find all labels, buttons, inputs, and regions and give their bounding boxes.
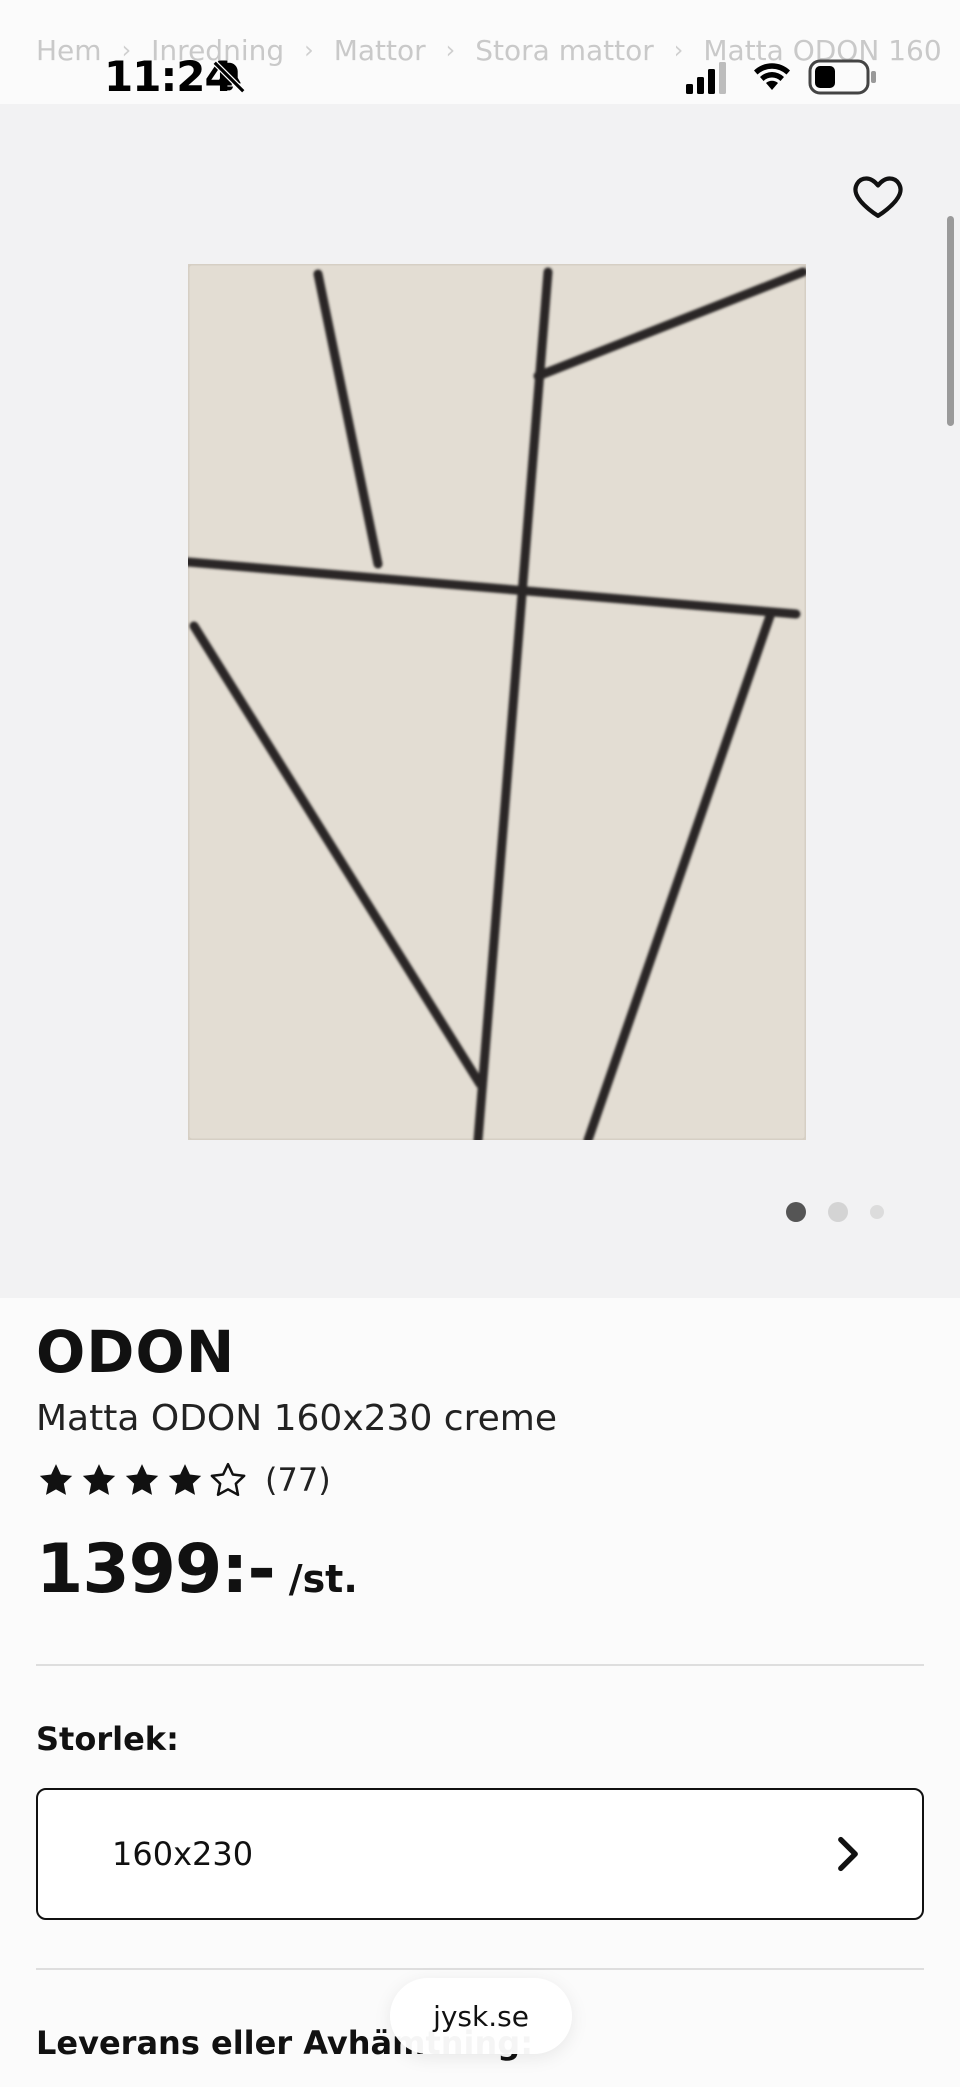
heart-icon[interactable] — [850, 168, 906, 224]
battery-icon — [808, 59, 876, 95]
star-filled-icon — [82, 1464, 116, 1495]
rating-count[interactable]: (77) — [265, 1461, 331, 1499]
divider — [36, 1664, 924, 1666]
star-outline-icon — [210, 1462, 246, 1497]
product-image-carousel[interactable] — [0, 104, 960, 1298]
star-filled-icon — [39, 1464, 73, 1495]
product-price: 1399:- /st. — [36, 1530, 358, 1609]
price-value: 1399:- — [36, 1530, 276, 1609]
size-label: Storlek: — [36, 1720, 179, 1758]
star-filled-icon — [168, 1464, 202, 1495]
carousel-dot-2[interactable] — [828, 1202, 848, 1222]
page-scroll-indicator — [947, 216, 954, 426]
carousel-dot-3[interactable] — [870, 1205, 884, 1219]
size-selector[interactable]: 160x230 — [36, 1788, 924, 1920]
price-unit: /st. — [288, 1557, 358, 1601]
chevron-right-icon — [838, 1836, 858, 1872]
product-brand: ODON — [36, 1318, 236, 1386]
product-name: Matta ODON 160x230 creme — [36, 1398, 557, 1439]
size-selected-value: 160x230 — [112, 1835, 254, 1873]
product-rating[interactable]: (77) — [36, 1460, 331, 1500]
carousel-dot-1[interactable] — [786, 1202, 806, 1222]
browser-url-bar[interactable]: jysk.se — [390, 1978, 572, 2054]
divider — [36, 1968, 924, 1970]
bell-slash-icon — [212, 60, 246, 94]
carousel-dots — [786, 1202, 884, 1222]
signal-icon — [686, 62, 726, 94]
product-image-rug — [188, 264, 806, 1140]
star-filled-icon — [125, 1464, 159, 1495]
wifi-icon — [754, 63, 790, 90]
status-bar: 11:24 — [0, 0, 960, 104]
